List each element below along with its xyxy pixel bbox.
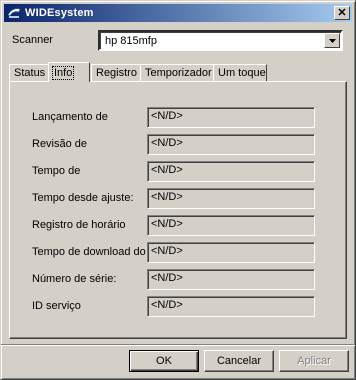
field-label-tempo: Tempo de bbox=[32, 165, 81, 177]
cancel-button[interactable]: Cancelar bbox=[204, 350, 274, 372]
field-value-tempo-download: <N/D> bbox=[147, 242, 315, 263]
field-value-text: <N/D> bbox=[151, 191, 183, 203]
field-value-text: <N/D> bbox=[151, 299, 183, 311]
scanner-dropdown-button[interactable] bbox=[324, 33, 340, 48]
field-label-revisao: Revisão de bbox=[32, 138, 88, 150]
footer-divider bbox=[1, 344, 355, 346]
field-value-text: <N/D> bbox=[151, 218, 183, 230]
tab-registro-label: Registro bbox=[96, 67, 137, 79]
tab-info-label: Info bbox=[51, 65, 75, 80]
field-label-id-servico: ID serviço bbox=[32, 300, 81, 312]
info-panel: Lançamento de <N/D> Revisão de <N/D> Tem… bbox=[9, 81, 347, 339]
field-value-registro-horario: <N/D> bbox=[147, 215, 315, 236]
close-icon: ✕ bbox=[337, 6, 347, 19]
tab-um-toque[interactable]: Um toque bbox=[213, 64, 267, 81]
field-label-numero-serie: Número de série: bbox=[32, 273, 117, 285]
field-label-registro-horario: Registro de horário bbox=[32, 219, 126, 231]
close-button[interactable]: ✕ bbox=[334, 6, 350, 20]
field-value-numero-serie: <N/D> bbox=[147, 269, 315, 290]
apply-button[interactable]: Aplicar bbox=[279, 350, 349, 372]
field-value-text: <N/D> bbox=[151, 137, 183, 149]
tab-registro[interactable]: Registro bbox=[91, 64, 141, 81]
field-value-tempo-ajuste: <N/D> bbox=[147, 188, 315, 209]
dialog-window: WIDEsystem ✕ Scanner hp 815mfp Status In… bbox=[0, 0, 356, 380]
scanner-select-value: hp 815mfp bbox=[105, 35, 157, 47]
title-bar[interactable]: WIDEsystem ✕ bbox=[4, 4, 352, 22]
field-value-lancamento: <N/D> bbox=[147, 107, 315, 128]
ok-button-label: OK bbox=[156, 355, 172, 367]
field-label-tempo-ajuste: Tempo desde ajuste: bbox=[32, 192, 134, 204]
ok-button[interactable]: OK bbox=[129, 350, 199, 372]
field-label-lancamento: Lançamento de bbox=[32, 111, 108, 123]
tab-status-label: Status bbox=[14, 67, 46, 79]
field-value-text: <N/D> bbox=[151, 272, 183, 284]
cancel-button-label: Cancelar bbox=[216, 355, 262, 367]
tab-status[interactable]: Status bbox=[9, 64, 49, 81]
field-value-text: <N/D> bbox=[151, 110, 183, 122]
field-value-text: <N/D> bbox=[151, 164, 183, 176]
tab-temporizador[interactable]: Temporizador bbox=[140, 64, 214, 81]
field-value-id-servico: <N/D> bbox=[147, 296, 315, 317]
scanner-label: Scanner bbox=[12, 34, 53, 46]
field-value-text: <N/D> bbox=[151, 245, 183, 257]
tab-um-toque-label: Um toque bbox=[218, 67, 266, 79]
tab-info[interactable]: Info bbox=[48, 62, 90, 82]
window-title: WIDEsystem bbox=[25, 7, 94, 19]
chevron-down-icon bbox=[328, 38, 336, 43]
field-value-tempo: <N/D> bbox=[147, 161, 315, 182]
tab-temporizador-label: Temporizador bbox=[145, 67, 212, 79]
scanner-app-icon bbox=[7, 8, 21, 18]
scanner-select[interactable]: hp 815mfp bbox=[98, 30, 343, 51]
field-value-revisao: <N/D> bbox=[147, 134, 315, 155]
apply-button-label: Aplicar bbox=[297, 355, 331, 367]
field-label-tempo-download: Tempo de download do bbox=[32, 246, 146, 258]
